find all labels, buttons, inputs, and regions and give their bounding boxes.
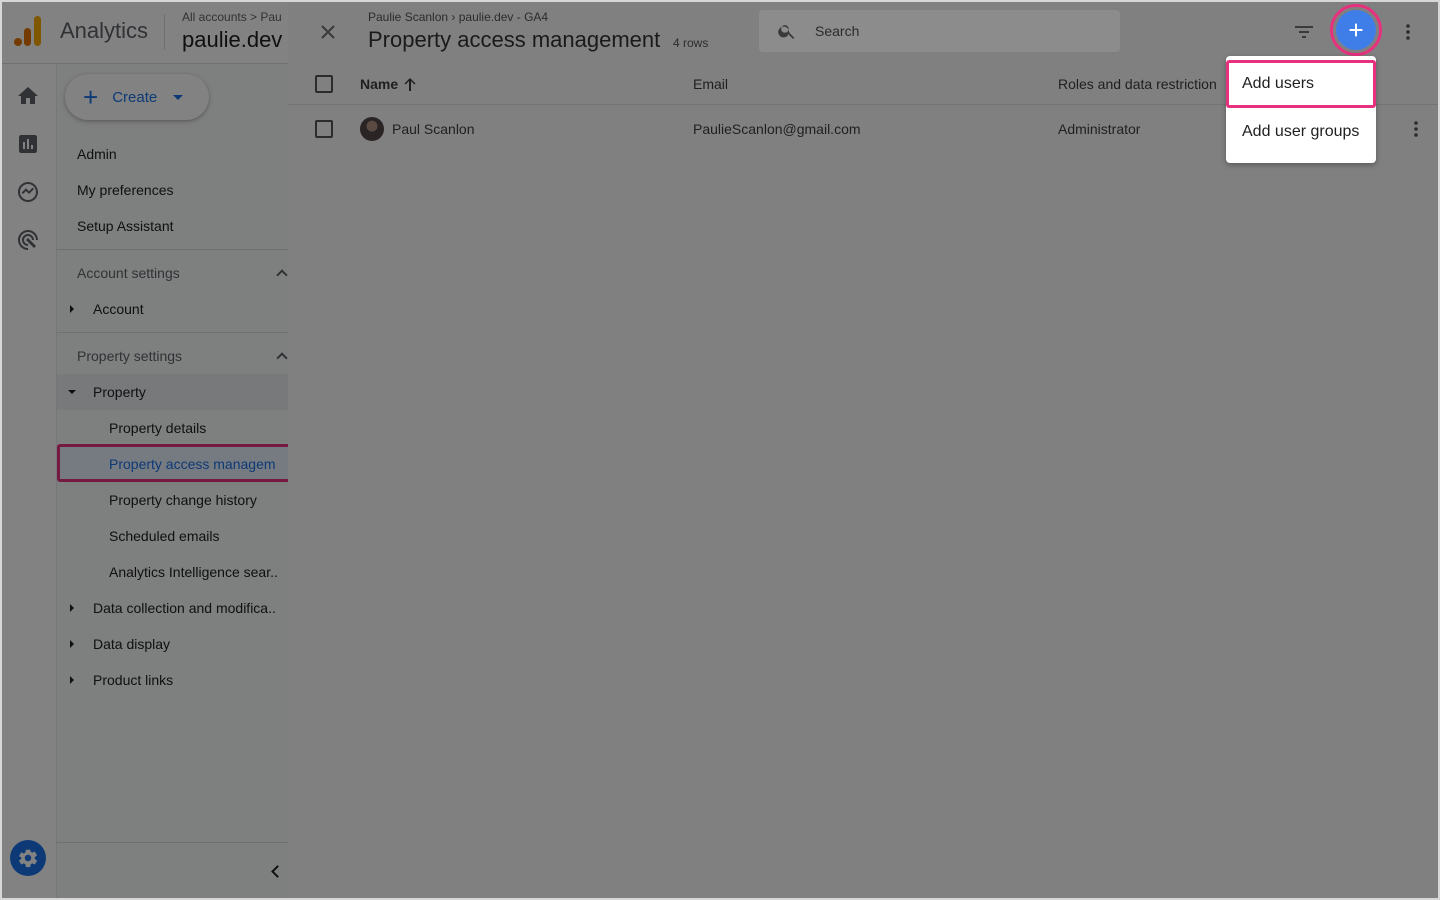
column-header-name[interactable]: Name	[360, 76, 398, 92]
plus-icon	[1349, 23, 1363, 37]
column-header-email[interactable]: Email	[693, 76, 728, 92]
search-box[interactable]	[759, 10, 1120, 52]
menu-item-add-user-groups[interactable]: Add user groups	[1226, 108, 1376, 156]
page-title: Property access management	[368, 27, 661, 52]
more-vert-icon[interactable]	[1396, 20, 1420, 44]
user-name: Paul Scanlon	[392, 121, 475, 137]
search-icon	[778, 25, 795, 39]
row-count: 4 rows	[673, 36, 709, 50]
select-all-checkbox[interactable]	[315, 75, 333, 93]
filter-icon[interactable]	[1292, 20, 1316, 44]
user-email: PaulieScanlon@gmail.com	[693, 121, 861, 137]
user-role: Administrator	[1058, 121, 1141, 137]
menu-item-add-users[interactable]: Add users	[1226, 60, 1376, 108]
sort-arrow-up-icon[interactable]	[404, 77, 416, 91]
add-button[interactable]	[1336, 10, 1376, 50]
add-menu: Add users Add user groups	[1226, 56, 1376, 163]
row-checkbox[interactable]	[315, 120, 333, 138]
row-more-vert-icon[interactable]	[1404, 117, 1428, 141]
close-icon[interactable]	[316, 20, 340, 44]
search-input[interactable]	[815, 21, 1105, 41]
avatar	[360, 117, 384, 141]
panel-breadcrumb: Paulie Scanlon › paulie.dev - GA4	[368, 10, 549, 24]
column-header-roles[interactable]: Roles and data restriction	[1058, 76, 1217, 92]
